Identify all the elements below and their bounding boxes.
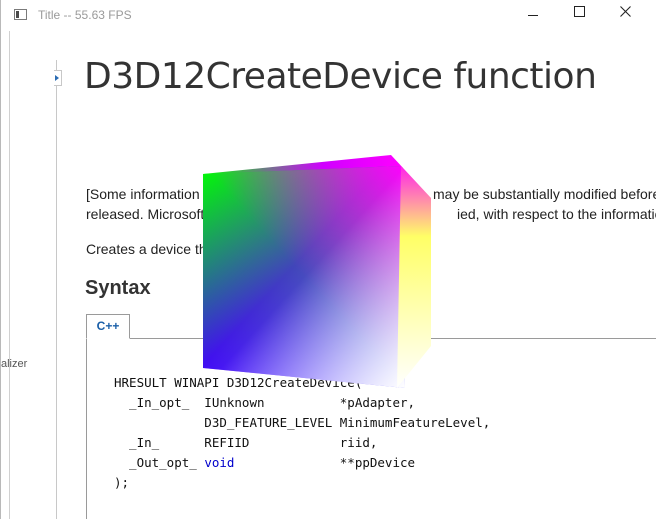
code-line: _Out_opt_ void **ppDevice [114, 455, 415, 470]
code-line: _In_ REFIID riid, [114, 435, 378, 450]
info-text-line2-right: ied, with respect to the information p [457, 206, 656, 222]
code-token: _Out_opt_ [114, 455, 205, 470]
maximize-button[interactable] [556, 0, 602, 31]
app-icon [14, 9, 27, 20]
app-window: Title -- 55.63 FPS alizer D3D12CreateDev… [0, 0, 656, 519]
tab-cpp[interactable]: C++ [86, 314, 130, 339]
description-text: Creates a device th [86, 241, 207, 257]
sidebar-divider [56, 60, 57, 519]
title-bar[interactable]: Title -- 55.63 FPS [1, 0, 656, 31]
page-title: D3D12CreateDevice function [84, 56, 597, 97]
window-title: Title -- 55.63 FPS [38, 8, 132, 22]
syntax-heading: Syntax [85, 277, 151, 299]
code-line: D3D_FEATURE_LEVEL MinimumFeatureLevel, [114, 415, 491, 430]
close-button[interactable] [602, 0, 648, 31]
code-token: **ppDevice [234, 455, 416, 470]
expand-sidebar-icon[interactable] [54, 70, 62, 86]
sidebar-partial-label: alizer [1, 358, 28, 370]
info-text-line1-right: may be substantially modified before [433, 186, 656, 202]
info-text-line2-left: released. Microsoft [86, 206, 205, 222]
code-keyword: void [204, 455, 235, 470]
close-icon [620, 6, 631, 17]
info-text-line1-left: [Some information [86, 186, 200, 202]
code-line: HRESULT WINAPI D3D12CreateDevice( [114, 375, 363, 390]
code-line: _In_opt_ IUnknown *pAdapter, [114, 395, 416, 410]
minimize-button[interactable] [510, 0, 556, 31]
code-line: ); [114, 475, 130, 490]
